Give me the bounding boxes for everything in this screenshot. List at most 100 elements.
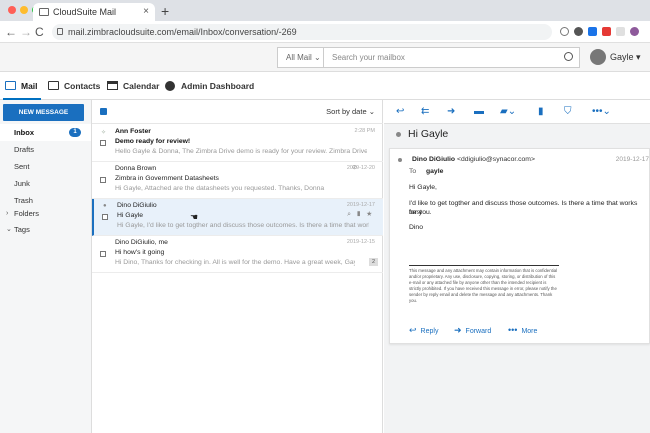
flag-icon[interactable]: ★ — [366, 211, 377, 218]
extension-icon[interactable] — [560, 27, 569, 36]
address-bar[interactable]: mail.zimbracloudsuite.com/email/Inbox/co… — [52, 24, 552, 40]
message-date: 2019-12-20 — [346, 165, 375, 171]
message-checkbox[interactable] — [100, 251, 106, 257]
tab-contacts-label: Contacts — [64, 81, 101, 91]
reply-button[interactable]: ↩ Reply — [409, 325, 438, 337]
list-item[interactable]: ● Dino DiGiulio Hi Gayle Hi Gayle, I'd l… — [92, 199, 383, 236]
read-state-icon[interactable] — [398, 158, 402, 162]
folders-group[interactable]: › Folders — [0, 205, 91, 222]
legal-disclaimer: This message and any attachment may cont… — [409, 265, 559, 304]
body-greeting: Hi Gayle, — [409, 184, 437, 191]
extension-icon[interactable] — [588, 27, 597, 36]
new-message-button[interactable]: NEW MESSAGE — [3, 104, 84, 121]
more-icon: ••• — [508, 325, 518, 335]
forward-icon: ➜ — [454, 325, 462, 335]
reply-icon[interactable]: ↩ — [396, 106, 404, 118]
folder-label: Sent — [14, 162, 30, 171]
sender-email: <ddigiulio@synacor.com> — [457, 156, 535, 163]
message-preview: Hi Gayle, Attached are the datasheets yo… — [115, 185, 325, 192]
conversation-subject: Hi Gayle — [408, 128, 449, 140]
list-item[interactable]: Dino DiGiulio, me Hi how's it going Hi D… — [92, 236, 383, 273]
body-signature: Dino — [409, 224, 423, 231]
lock-icon — [57, 28, 63, 35]
row-actions: ⌕▮★ — [347, 211, 377, 219]
extension-icon[interactable] — [574, 27, 583, 36]
tags-group[interactable]: ⌄ Tags — [0, 221, 91, 238]
folder-drafts[interactable]: Drafts — [0, 141, 91, 158]
folder-sidebar: NEW MESSAGE Inbox 1 Drafts Sent Junk Tra… — [0, 100, 92, 433]
close-window-icon[interactable] — [8, 6, 16, 14]
forward-button[interactable]: → — [20, 24, 32, 40]
tab-contacts[interactable]: Contacts — [46, 72, 100, 100]
message-subject: Hi Gayle — [117, 212, 144, 219]
app-header: All Mail ⌄ Search your mailbox Gayle ▾ — [0, 43, 650, 72]
tab-admin-dashboard[interactable]: Admin Dashboard — [163, 72, 254, 100]
new-tab-button[interactable]: + — [161, 2, 169, 20]
sender-name[interactable]: Dino DiGiulio — [412, 156, 455, 163]
folder-junk[interactable]: Junk — [0, 175, 91, 192]
folder-sent[interactable]: Sent — [0, 158, 91, 175]
app-nav: Mail Contacts Calendar Admin Dashboard — [0, 72, 650, 100]
unread-dot-icon[interactable] — [396, 132, 401, 137]
shield-icon[interactable]: ⛉ — [564, 106, 572, 118]
extension-icon[interactable] — [616, 27, 625, 36]
more-button[interactable]: ••• More — [508, 325, 537, 337]
tab-mail[interactable]: Mail — [3, 72, 41, 100]
extension-icon[interactable] — [602, 27, 611, 36]
forward-label: Forward — [465, 328, 492, 335]
search-icon[interactable]: ⌕ — [347, 211, 356, 218]
tab-title: CloudSuite Mail — [53, 7, 117, 17]
close-tab-icon[interactable]: × — [143, 3, 149, 21]
browser-toolbar: ← → C mail.zimbracloudsuite.com/email/In… — [0, 21, 650, 43]
sort-dropdown[interactable]: Sort by date ⌄ — [326, 100, 375, 124]
message-subject: Hi how's it going — [115, 249, 165, 256]
list-item[interactable]: Donna Brown Zimbra in Government Datashe… — [92, 162, 383, 199]
user-menu[interactable]: Gayle ▾ — [590, 49, 641, 65]
list-item[interactable]: ✧ Ann Foster Demo ready for review! Hell… — [92, 125, 383, 162]
forward-button[interactable]: ➜ Forward — [454, 325, 491, 337]
chevron-down-icon: ⌄ — [366, 107, 375, 116]
body-line: I'd like to get togther and discuss thos… — [409, 200, 638, 216]
profile-avatar-icon[interactable] — [630, 27, 639, 36]
reload-button[interactable]: C — [35, 24, 44, 40]
recipient[interactable]: gayle — [426, 168, 443, 175]
message-checkbox[interactable] — [102, 214, 108, 220]
chevron-right-icon[interactable]: › — [6, 205, 8, 222]
archive-icon[interactable]: ▬ — [474, 106, 484, 118]
minimize-window-icon[interactable] — [20, 6, 28, 14]
chevron-down-icon[interactable]: ⌄ — [6, 221, 12, 238]
browser-tab[interactable]: CloudSuite Mail × — [33, 3, 155, 21]
search-input[interactable]: Search your mailbox — [332, 48, 405, 67]
trash-icon[interactable]: ▮ — [356, 211, 366, 218]
select-all-checkbox[interactable] — [100, 108, 107, 115]
search-icon[interactable] — [564, 52, 573, 61]
trash-icon[interactable]: ▮ — [538, 106, 544, 118]
search-scope-dropdown[interactable]: All Mail ⌄ — [278, 48, 324, 67]
read-state-icon[interactable]: ✧ — [101, 129, 106, 136]
message-date: 2:28 PM — [354, 128, 375, 134]
read-state-icon[interactable]: ● — [103, 203, 107, 209]
folder-inbox[interactable]: Inbox 1 — [0, 124, 91, 141]
message-checkbox[interactable] — [100, 177, 106, 183]
more-actions-icon[interactable]: •••⌄ — [592, 106, 611, 118]
conversation-count-badge: 2 — [369, 258, 378, 266]
calendar-icon — [107, 81, 118, 90]
message-checkbox[interactable] — [100, 140, 106, 146]
user-name: Gayle — [610, 52, 634, 62]
tab-admin-label: Admin Dashboard — [181, 81, 255, 91]
tab-calendar[interactable]: Calendar — [105, 72, 159, 100]
search-bar[interactable]: All Mail ⌄ Search your mailbox — [277, 47, 580, 68]
message-from: Dino DiGiulio, me — [115, 239, 168, 246]
message-preview: Hi Dino, Thanks for checking in. All is … — [115, 259, 355, 266]
reply-all-icon[interactable]: ⇇ — [421, 106, 429, 118]
admin-icon — [165, 81, 175, 91]
move-folder-icon[interactable]: ▰⌄ — [500, 106, 516, 118]
browser-tab-strip: CloudSuite Mail × + — [0, 0, 650, 21]
unread-count-badge: 1 — [69, 128, 81, 137]
back-button[interactable]: ← — [5, 24, 17, 40]
avatar — [590, 49, 606, 65]
message-subject: Zimbra in Government Datasheets — [115, 175, 219, 182]
folder-label: Folders — [14, 209, 40, 218]
contacts-icon — [48, 81, 59, 90]
forward-icon[interactable]: ➜ — [447, 106, 455, 118]
